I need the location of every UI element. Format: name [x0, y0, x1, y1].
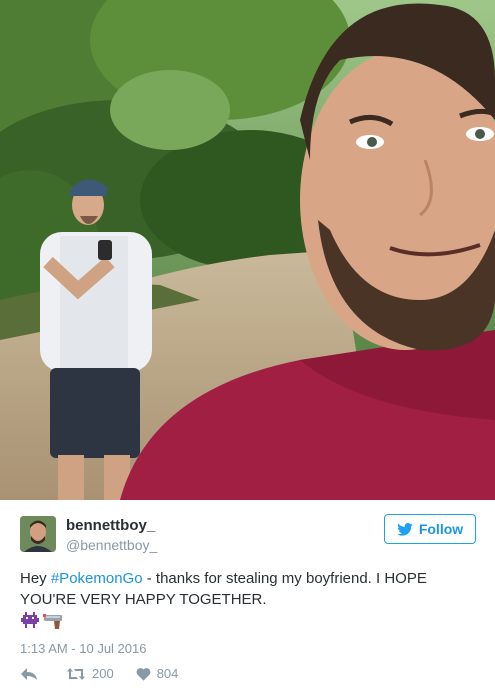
- tweet-text: Hey #PokemonGo - thanks for stealing my …: [20, 568, 480, 610]
- like-count: 804: [156, 666, 179, 681]
- tweet-timestamp[interactable]: 1:13 AM - 10 Jul 2016: [20, 641, 146, 656]
- tweet-card: bennettboy_ @bennettboy_ Follow Hey #Pok…: [0, 500, 495, 700]
- display-name[interactable]: bennettboy_: [66, 517, 155, 534]
- avatar[interactable]: [20, 516, 56, 552]
- reply-icon: [21, 667, 37, 680]
- follow-button[interactable]: Follow: [384, 514, 476, 544]
- selfie-photo-illustration: [0, 0, 495, 500]
- tweet-photo[interactable]: [0, 0, 495, 500]
- alien-monster-emoji: [21, 612, 39, 628]
- hashtag-link[interactable]: #PokemonGo: [51, 570, 143, 587]
- reply-button[interactable]: [20, 667, 44, 681]
- retweet-icon: [67, 667, 85, 680]
- pistol-emoji: [43, 614, 62, 629]
- retweet-button[interactable]: 200: [66, 666, 114, 681]
- retweet-count: 200: [92, 666, 114, 681]
- avatar-image: [20, 516, 56, 552]
- follow-label: Follow: [418, 521, 464, 537]
- emoji-row: [20, 612, 64, 630]
- like-button[interactable]: 804: [136, 666, 179, 681]
- tweet-actions: 200 804: [20, 666, 200, 681]
- bird-icon: [397, 522, 413, 536]
- heart-icon: [136, 667, 151, 681]
- user-handle[interactable]: @bennettboy_: [66, 537, 157, 553]
- tweet-text-intro: Hey: [20, 570, 51, 587]
